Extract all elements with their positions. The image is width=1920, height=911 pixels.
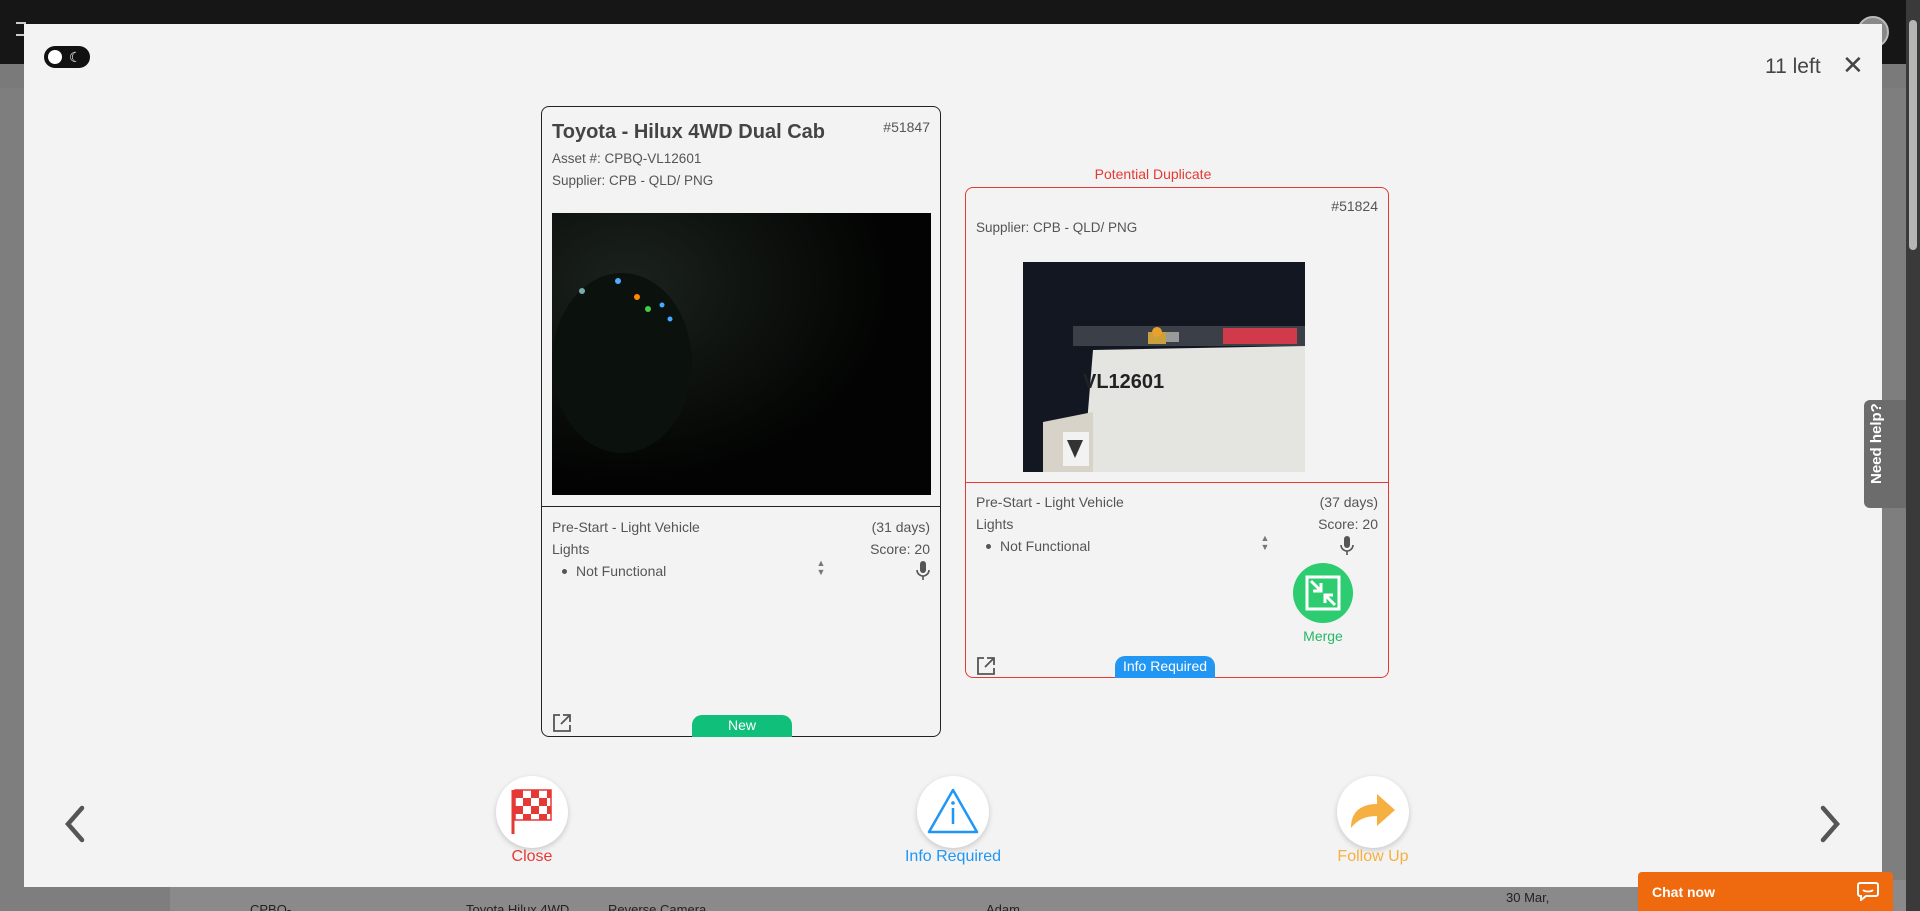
- potential-duplicate-label: Potential Duplicate: [1094, 166, 1212, 182]
- remaining-count: 11 left: [1765, 55, 1821, 78]
- dashboard-photo-graphic: [552, 213, 931, 495]
- inspection-type: Pre-Start - Light Vehicle: [552, 519, 700, 535]
- dark-mode-toggle[interactable]: ☾: [44, 46, 90, 68]
- scrollbar-thumb[interactable]: [1909, 20, 1917, 250]
- issue-category: Lights: [552, 541, 590, 557]
- card-divider: [542, 506, 940, 507]
- review-modal: ☾ 11 left ✕ Toyota - Hilux 4WD Dual Cab …: [24, 24, 1882, 887]
- warning-triangle-icon: [927, 788, 979, 834]
- follow-up-button[interactable]: [1337, 776, 1409, 848]
- inspection-type: Pre-Start - Light Vehicle: [976, 494, 1124, 510]
- bg-cell-item: Reverse Camera: [608, 902, 707, 911]
- card-divider: [966, 482, 1388, 483]
- issue-item: Not Functional: [985, 538, 1091, 554]
- microphone-icon[interactable]: [916, 561, 930, 581]
- status-badge-new: New: [692, 715, 792, 737]
- issue-category: Lights: [976, 516, 1014, 532]
- close-issue-button[interactable]: [496, 776, 568, 848]
- chat-label: Chat now: [1652, 884, 1715, 900]
- issue-id: #51824: [1331, 198, 1378, 214]
- follow-up-label[interactable]: Follow Up: [1293, 848, 1453, 866]
- close-label[interactable]: Close: [452, 848, 612, 866]
- chat-now-button[interactable]: Chat now: [1638, 872, 1893, 911]
- toggle-knob: [48, 50, 62, 64]
- plate-text: VL12601: [1083, 371, 1164, 393]
- supplier: Supplier: CPB - QLD/ PNG: [976, 220, 1138, 235]
- bg-cell-vehicle: Toyota Hilux 4WD: [466, 902, 570, 911]
- bg-cell-asset: CPBQ-: [250, 902, 292, 911]
- page-scrollbar[interactable]: [1906, 0, 1920, 911]
- moon-icon: ☾: [69, 49, 82, 65]
- share-arrow-icon: [1351, 794, 1395, 828]
- info-required-button[interactable]: [917, 776, 989, 848]
- issue-photo[interactable]: [552, 213, 931, 495]
- issue-score: Score: 20: [870, 541, 930, 557]
- sort-icon[interactable]: ▲ ▼: [1260, 534, 1270, 554]
- merge-button[interactable]: [1293, 563, 1353, 623]
- checkered-flag-icon: [511, 789, 552, 834]
- supplier: Supplier: CPB - QLD/ PNG: [552, 173, 714, 188]
- merge-label[interactable]: Merge: [1293, 628, 1353, 644]
- issue-card-duplicate: #51824 Supplier: CPB - QLD/ PNG VL12601 …: [965, 187, 1389, 678]
- need-help-label: Need help?: [1868, 403, 1885, 484]
- info-required-label[interactable]: Info Required: [873, 848, 1033, 866]
- vehicle-title: Toyota - Hilux 4WD Dual Cab: [552, 121, 825, 143]
- open-external-icon[interactable]: [976, 656, 996, 676]
- status-badge-info-required: Info Required: [1115, 656, 1215, 678]
- vehicle-photo-graphic: VL12601: [1023, 262, 1305, 472]
- merge-icon: [1305, 575, 1341, 611]
- next-arrow-icon[interactable]: [1815, 802, 1845, 846]
- previous-arrow-icon[interactable]: [60, 802, 90, 846]
- age-days: (31 days): [871, 519, 930, 535]
- age-days: (37 days): [1319, 494, 1378, 510]
- sort-icon[interactable]: ▲ ▼: [816, 559, 826, 579]
- close-icon[interactable]: ✕: [1842, 52, 1864, 78]
- microphone-icon[interactable]: [1340, 536, 1354, 556]
- bg-cell-user: Adam: [986, 902, 1020, 911]
- bg-cell-date: 30 Mar,: [1506, 890, 1550, 905]
- issue-score: Score: 20: [1318, 516, 1378, 532]
- issue-photo[interactable]: VL12601: [1023, 262, 1305, 472]
- open-external-icon[interactable]: [552, 713, 572, 733]
- need-help-tab[interactable]: Need help?: [1864, 400, 1906, 508]
- asset-number: Asset #: CPBQ-VL12601: [552, 151, 702, 166]
- issue-id: #51847: [883, 119, 930, 135]
- issue-card-current: Toyota - Hilux 4WD Dual Cab #51847 Asset…: [541, 106, 941, 737]
- chat-bubble-icon: [1857, 882, 1879, 901]
- issue-item: Not Functional: [561, 563, 667, 579]
